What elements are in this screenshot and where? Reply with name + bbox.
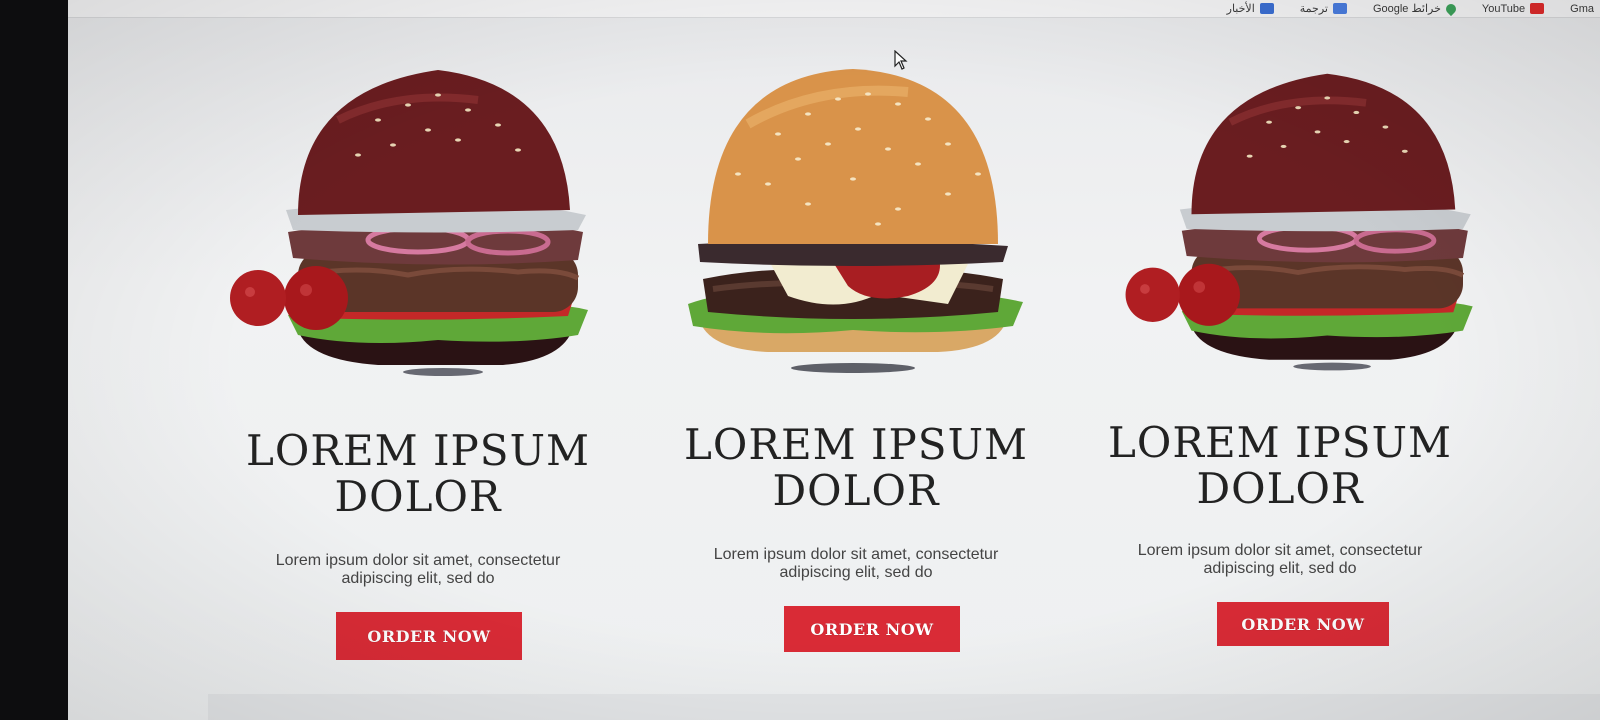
burger-dark-image [230,70,588,376]
order-now-button[interactable]: ORDER NOW [336,612,522,660]
bookmark-youtube[interactable]: YouTube [1481,2,1545,15]
burger-classic-image [688,69,1023,373]
browser-viewport: الأخبار ترجمة Google خرائط YouTube Gma L… [68,0,1600,720]
product-title-line: DOLOR [772,466,940,515]
product-title: LOREM IPSUM DOLOR [646,422,1066,514]
youtube-icon [1530,3,1545,14]
bookmark-maps[interactable]: Google خرائط [1372,1,1458,16]
product-description-line: adipiscing elit, sed do [341,570,495,587]
bookmark-translate[interactable]: ترجمة [1300,2,1347,15]
maps-icon [1443,1,1458,16]
product-title-line: LOREM IPSUM [246,426,590,475]
bookmarks-bar: الأخبار ترجمة Google خرائط YouTube Gma [68,0,1600,18]
product-description-line: Lorem ipsum dolor sit amet, consectetur [275,552,561,569]
product-title: LOREM IPSUM DOLOR [208,428,628,520]
product-description: Lorem ipsum dolor sit amet, consectetur … [208,552,628,588]
product-title-line: DOLOR [334,472,502,521]
product-description-line: Lorem ipsum dolor sit amet, consectetur [713,546,999,563]
product-description: Lorem ipsum dolor sit amet, consectetur … [1070,542,1490,578]
order-now-button[interactable]: ORDER NOW [1217,602,1389,646]
bookmark-label: الأخبار [1226,3,1255,15]
product-title-line: DOLOR [1196,464,1364,513]
news-icon [1259,3,1274,14]
next-section-edge [208,694,1600,720]
bookmark-news[interactable]: الأخبار [1227,2,1274,15]
translate-icon [1332,3,1347,14]
bookmark-label: ترجمة [1299,3,1328,15]
product-title-line: LOREM IPSUM [1108,418,1452,467]
product-description: Lorem ipsum dolor sit amet, consectetur … [646,546,1066,582]
product-description-line: Lorem ipsum dolor sit amet, consectetur [1137,542,1423,559]
product-title-line: LOREM IPSUM [684,420,1028,469]
product-title: LOREM IPSUM DOLOR [1070,420,1490,512]
bookmark-gmail[interactable]: Gma [1570,3,1594,15]
product-description-line: adipiscing elit, sed do [779,564,933,581]
burger-dark-image [1125,73,1473,371]
bookmark-label: Gma [1570,2,1594,15]
bookmark-label: Google خرائط [1372,3,1441,15]
product-description-line: adipiscing elit, sed do [1203,560,1357,577]
bookmark-label: YouTube [1481,2,1526,15]
order-now-button[interactable]: ORDER NOW [784,606,960,652]
